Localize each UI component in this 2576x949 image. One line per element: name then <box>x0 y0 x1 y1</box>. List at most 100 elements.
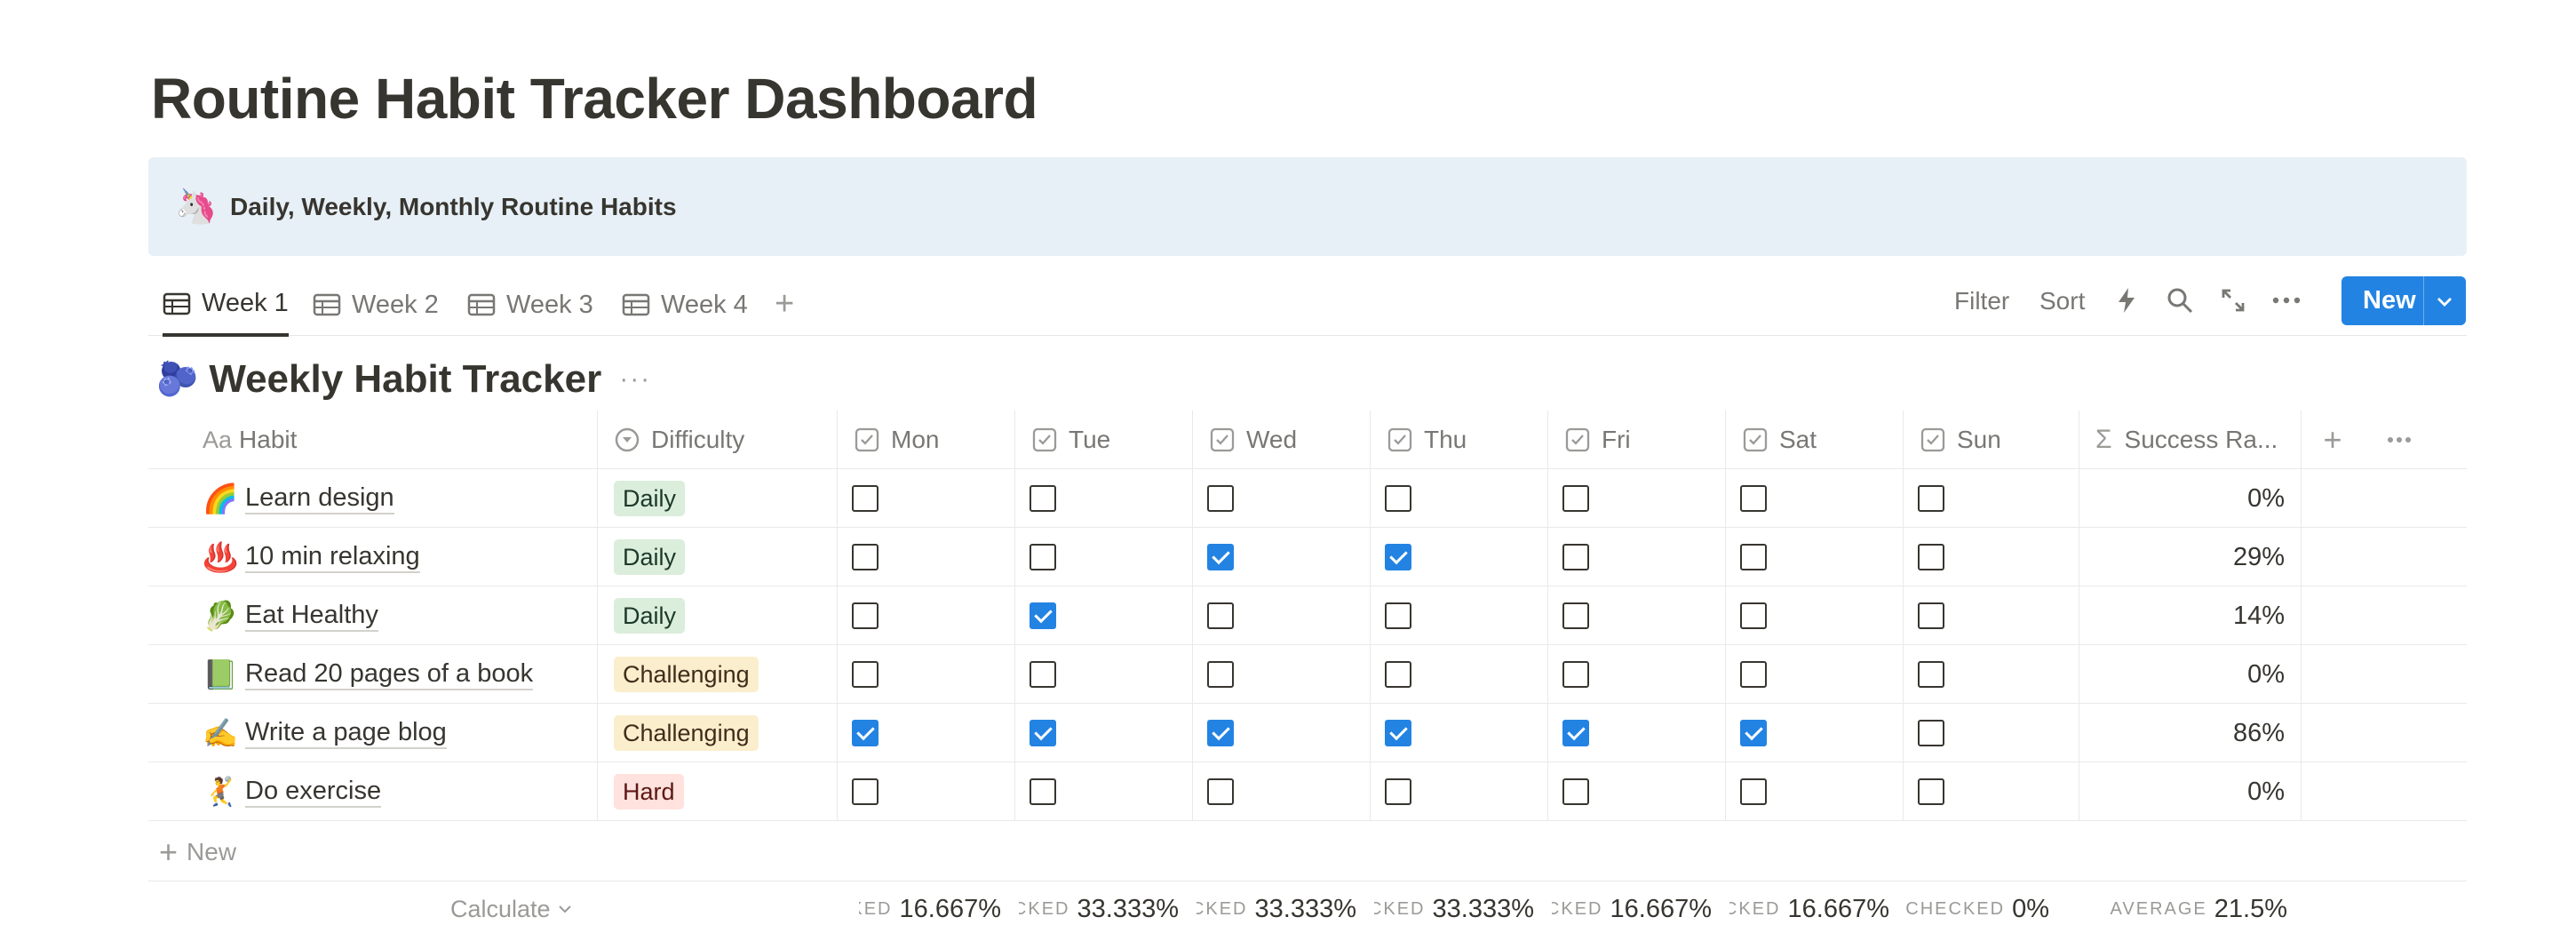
checkbox-unchecked[interactable] <box>1207 778 1234 805</box>
habit-name[interactable]: Read 20 pages of a book <box>245 658 534 690</box>
checkbox-unchecked[interactable] <box>1030 485 1056 512</box>
checkbox-unchecked[interactable] <box>1385 661 1411 688</box>
checkbox-unchecked[interactable] <box>1385 602 1411 629</box>
column-header-mon[interactable]: Mon <box>838 411 1015 469</box>
table-row[interactable]: ✍️ Write a page blog Challenging 86% <box>148 704 2467 762</box>
column-header-success-rate[interactable]: Σ Success Ra... <box>2079 411 2302 469</box>
column-header-sat[interactable]: Sat <box>1726 411 1904 469</box>
column-header-fri[interactable]: Fri <box>1548 411 1726 469</box>
calculation-cell[interactable]: AVERAGE 21.5% <box>2083 884 2287 934</box>
checkbox-unchecked[interactable] <box>852 485 879 512</box>
checkbox-unchecked[interactable] <box>1740 544 1767 570</box>
checkbox-unchecked[interactable] <box>1562 778 1589 805</box>
tab-week-4[interactable]: Week 4 <box>622 274 748 336</box>
chevron-down-icon[interactable] <box>2424 296 2465 307</box>
expand-icon[interactable] <box>2217 284 2249 316</box>
more-options-icon[interactable] <box>2364 411 2435 469</box>
column-header-habit[interactable]: Aa Habit <box>148 411 598 469</box>
checkbox-checked[interactable] <box>1030 602 1056 629</box>
checkbox-checked[interactable] <box>1740 720 1767 746</box>
checkbox-unchecked[interactable] <box>1562 544 1589 570</box>
checkbox-checked[interactable] <box>1562 720 1589 746</box>
habit-cell[interactable]: 🌈 Learn design <box>148 469 598 528</box>
calculation-cell[interactable]: CHECKED 0% <box>1898 884 2049 934</box>
column-header-tue[interactable]: Tue <box>1015 411 1193 469</box>
checkbox-unchecked[interactable] <box>1740 661 1767 688</box>
checkbox-unchecked[interactable] <box>852 778 879 805</box>
checkbox-unchecked[interactable] <box>1030 661 1056 688</box>
habit-cell[interactable]: 📗 Read 20 pages of a book <box>148 645 598 704</box>
add-view-icon[interactable]: + <box>775 286 794 322</box>
habit-name[interactable]: 10 min relaxing <box>245 541 420 573</box>
difficulty-cell[interactable]: Daily <box>598 528 838 586</box>
add-property-icon[interactable]: + <box>2302 411 2364 469</box>
filter-button[interactable]: Filter <box>1954 274 2009 329</box>
checkbox-unchecked[interactable] <box>1740 602 1767 629</box>
calculation-cell[interactable]: CHECKED 33.333% <box>1019 884 1179 934</box>
checkbox-unchecked[interactable] <box>1030 544 1056 570</box>
checkbox-unchecked[interactable] <box>852 602 879 629</box>
checkbox-unchecked[interactable] <box>852 661 879 688</box>
checkbox-unchecked[interactable] <box>1207 485 1234 512</box>
habit-cell[interactable]: 🤾 Do exercise <box>148 762 598 821</box>
checkbox-unchecked[interactable] <box>1918 602 1944 629</box>
difficulty-cell[interactable]: Challenging <box>598 704 838 762</box>
habit-name[interactable]: Write a page blog <box>245 717 447 749</box>
calculation-cell[interactable]: CHECKED 16.667% <box>1552 884 1712 934</box>
calculation-cell[interactable]: CHECKED 33.333% <box>1197 884 1356 934</box>
calculate-dropdown[interactable]: Calculate <box>450 884 572 934</box>
tab-week-1[interactable]: Week 1 <box>163 274 289 337</box>
search-icon[interactable] <box>2164 284 2196 316</box>
checkbox-unchecked[interactable] <box>1918 544 1944 570</box>
habit-cell[interactable]: ♨️ 10 min relaxing <box>148 528 598 586</box>
calculation-cell[interactable]: CHECKED 16.667% <box>859 884 1001 934</box>
habit-name[interactable]: Do exercise <box>245 776 382 808</box>
checkbox-unchecked[interactable] <box>1385 485 1411 512</box>
calculation-cell[interactable]: CHECKED 16.667% <box>1729 884 1889 934</box>
habit-cell[interactable]: 🥬 Eat Healthy <box>148 586 598 645</box>
checkbox-unchecked[interactable] <box>1740 485 1767 512</box>
column-header-wed[interactable]: Wed <box>1193 411 1371 469</box>
difficulty-cell[interactable]: Hard <box>598 762 838 821</box>
habit-name[interactable]: Eat Healthy <box>245 600 378 632</box>
column-header-difficulty[interactable]: Difficulty <box>598 411 838 469</box>
column-header-thu[interactable]: Thu <box>1371 411 1548 469</box>
table-row[interactable]: 🤾 Do exercise Hard 0% <box>148 762 2467 821</box>
lightning-icon[interactable] <box>2111 284 2143 316</box>
checkbox-unchecked[interactable] <box>1740 778 1767 805</box>
habit-cell[interactable]: ✍️ Write a page blog <box>148 704 598 762</box>
table-row[interactable]: 🥬 Eat Healthy Daily 14% <box>148 586 2467 645</box>
checkbox-unchecked[interactable] <box>1562 602 1589 629</box>
tab-week-2[interactable]: Week 2 <box>313 274 439 336</box>
checkbox-unchecked[interactable] <box>1207 602 1234 629</box>
add-row-button[interactable]: + New <box>148 823 2467 881</box>
table-row[interactable]: 🌈 Learn design Daily 0% <box>148 469 2467 528</box>
checkbox-unchecked[interactable] <box>1562 485 1589 512</box>
checkbox-checked[interactable] <box>1030 720 1056 746</box>
difficulty-cell[interactable]: Daily <box>598 586 838 645</box>
new-button[interactable]: New <box>2341 276 2466 325</box>
tab-week-3[interactable]: Week 3 <box>467 274 593 336</box>
checkbox-unchecked[interactable] <box>1918 661 1944 688</box>
checkbox-unchecked[interactable] <box>1918 778 1944 805</box>
checkbox-unchecked[interactable] <box>1918 485 1944 512</box>
checkbox-unchecked[interactable] <box>1030 778 1056 805</box>
checkbox-checked[interactable] <box>852 720 879 746</box>
checkbox-unchecked[interactable] <box>1385 778 1411 805</box>
more-options-icon[interactable]: ··· <box>619 364 651 395</box>
difficulty-cell[interactable]: Daily <box>598 469 838 528</box>
checkbox-unchecked[interactable] <box>1562 661 1589 688</box>
checkbox-checked[interactable] <box>1207 720 1234 746</box>
calculation-cell[interactable]: CHECKED 33.333% <box>1374 884 1534 934</box>
sort-button[interactable]: Sort <box>2039 274 2085 329</box>
column-header-sun[interactable]: Sun <box>1904 411 2079 469</box>
table-row[interactable]: ♨️ 10 min relaxing Daily 29% <box>148 528 2467 586</box>
checkbox-unchecked[interactable] <box>1207 661 1234 688</box>
more-options-icon[interactable] <box>2270 284 2302 316</box>
checkbox-checked[interactable] <box>1207 544 1234 570</box>
checkbox-checked[interactable] <box>1385 544 1411 570</box>
habit-name[interactable]: Learn design <box>245 482 394 514</box>
table-row[interactable]: 📗 Read 20 pages of a book Challenging 0% <box>148 645 2467 704</box>
checkbox-checked[interactable] <box>1385 720 1411 746</box>
difficulty-cell[interactable]: Challenging <box>598 645 838 704</box>
